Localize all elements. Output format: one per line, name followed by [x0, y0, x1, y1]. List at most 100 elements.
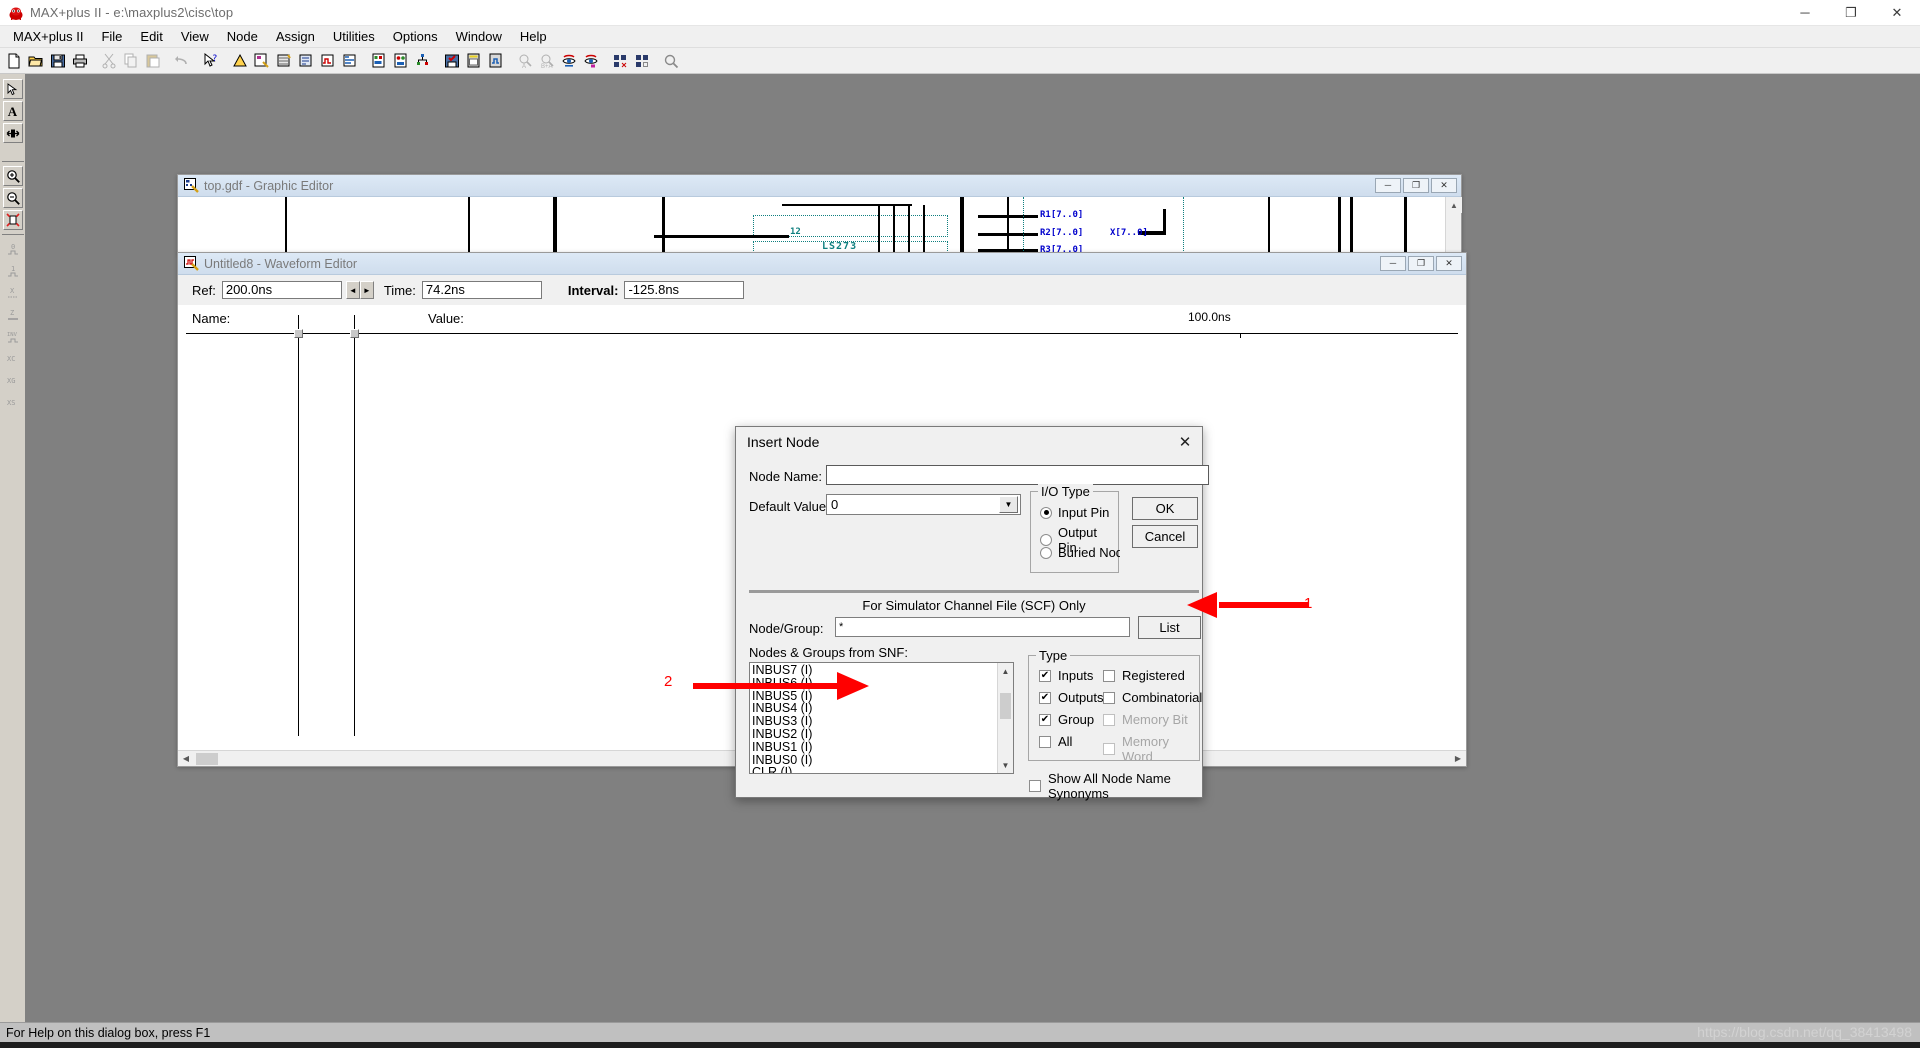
- interval-input[interactable]: -125.8ns: [624, 281, 745, 299]
- list-item[interactable]: CLR (I): [752, 766, 996, 773]
- schematic-label-ls273: LS273: [822, 241, 858, 252]
- menu-view[interactable]: View: [172, 26, 218, 47]
- compiler-icon[interactable]: [369, 50, 389, 71]
- menu-utilities[interactable]: Utilities: [324, 26, 384, 47]
- time-input[interactable]: 74.2ns: [421, 281, 542, 299]
- open-hier-down-icon[interactable]: [610, 50, 630, 71]
- programmer-icon[interactable]: [442, 50, 462, 71]
- name-column-divider[interactable]: [298, 315, 299, 736]
- timing-analyzer-icon[interactable]: [413, 50, 433, 71]
- graphic-editor-window-controls: ─ ❐ ✕: [1375, 178, 1461, 193]
- list-item[interactable]: INBUS6 (I): [752, 676, 996, 690]
- ref-spinner[interactable]: ◄ ►: [345, 281, 374, 299]
- name-column-resize-handle[interactable]: [294, 329, 303, 338]
- schematic-label-r2: R2[7..0]: [1040, 228, 1084, 238]
- radio-buried-node[interactable]: Buried Node: [1040, 545, 1120, 560]
- ok-button[interactable]: OK: [1132, 497, 1198, 520]
- nodes-list[interactable]: INBUS7 (I) INBUS6 (I) INBUS5 (I) INBUS4 …: [749, 662, 1014, 774]
- find-next-icon[interactable]: [559, 50, 579, 71]
- open-hier-up-icon[interactable]: [632, 50, 652, 71]
- checkbox-registered[interactable]: Registered: [1103, 668, 1185, 683]
- menu-options[interactable]: Options: [384, 26, 447, 47]
- ref-input[interactable]: 200.0ns: [221, 281, 342, 299]
- text-tool-icon[interactable]: A: [2, 101, 23, 121]
- menu-window[interactable]: Window: [447, 26, 511, 47]
- find-prev-icon[interactable]: [581, 50, 601, 71]
- value-column-divider[interactable]: [354, 315, 355, 736]
- ge-close-button[interactable]: ✕: [1431, 178, 1457, 193]
- ge-maximize-button[interactable]: ❐: [1403, 178, 1429, 193]
- toolbar-separator: [653, 51, 660, 71]
- list-item[interactable]: INBUS2 (I): [752, 728, 996, 741]
- ge-minimize-button[interactable]: ─: [1375, 178, 1401, 193]
- menu-node[interactable]: Node: [218, 26, 267, 47]
- checkbox-show-synonyms[interactable]: Show All Node Name Synonyms: [1029, 771, 1202, 801]
- maximize-button[interactable]: ❐: [1828, 0, 1874, 26]
- selection-tool-icon[interactable]: [2, 79, 23, 99]
- toolbar-separator: [434, 51, 441, 71]
- text-editor-icon[interactable]: [296, 50, 316, 71]
- hscroll-thumb[interactable]: [196, 752, 218, 765]
- save-file-icon[interactable]: [48, 50, 68, 71]
- wf-minimize-button[interactable]: ─: [1380, 256, 1406, 271]
- zoom-out-icon[interactable]: [2, 188, 23, 208]
- schematic-canvas[interactable]: 12 LS273 D[7..0] Q[7..0] R1[7..0] R2[7..…: [178, 197, 1461, 253]
- nodes-list-scroll-thumb[interactable]: [1000, 693, 1011, 719]
- fit-in-window-icon[interactable]: [2, 210, 23, 230]
- node-tool-icon[interactable]: [2, 123, 23, 143]
- menu-help[interactable]: Help: [511, 26, 556, 47]
- checkbox-group[interactable]: ✔ Group: [1039, 712, 1099, 727]
- list-item[interactable]: INBUS1 (I): [752, 740, 996, 754]
- context-help-icon[interactable]: ?: [201, 50, 221, 71]
- zoom-in-icon[interactable]: [2, 166, 23, 186]
- scroll-down-arrow-icon[interactable]: ▼: [998, 757, 1013, 773]
- scroll-right-arrow-icon[interactable]: ▶: [1450, 750, 1466, 766]
- waveform-editor-icon[interactable]: [318, 50, 338, 71]
- menu-maxplus2[interactable]: MAX+plus II: [4, 26, 92, 47]
- node-group-input[interactable]: *: [835, 617, 1130, 637]
- floorplan-editor-icon[interactable]: [340, 50, 360, 71]
- close-button[interactable]: ✕: [1874, 0, 1920, 26]
- wf-maximize-button[interactable]: ❐: [1408, 256, 1434, 271]
- list-item[interactable]: INBUS7 (I): [752, 664, 996, 677]
- message-processor-icon[interactable]: [464, 50, 484, 71]
- ref-spin-right-icon[interactable]: ►: [359, 281, 374, 299]
- list-button[interactable]: List: [1138, 616, 1201, 639]
- checkbox-inputs[interactable]: ✔ Inputs: [1039, 668, 1093, 683]
- simulator-icon[interactable]: [391, 50, 411, 71]
- graphic-editor-canvas[interactable]: 12 LS273 D[7..0] Q[7..0] R1[7..0] R2[7..…: [178, 197, 1461, 253]
- default-value-combo[interactable]: 0 ▼: [826, 494, 1021, 515]
- checkbox-combinatorial[interactable]: Combinatorial: [1103, 690, 1202, 705]
- hierarchy-display-icon[interactable]: [230, 50, 250, 71]
- nodes-list-scrollbar[interactable]: ▲ ▼: [997, 663, 1013, 773]
- graphic-editor-titlebar[interactable]: top.gdf - Graphic Editor ─ ❐ ✕: [178, 175, 1461, 197]
- radio-input-pin[interactable]: Input Pin: [1040, 505, 1109, 520]
- print-icon[interactable]: [70, 50, 90, 71]
- menu-assign[interactable]: Assign: [267, 26, 324, 47]
- chevron-down-icon[interactable]: ▼: [999, 496, 1018, 513]
- wf-close-button[interactable]: ✕: [1436, 256, 1462, 271]
- graphic-editor-vscrollbar[interactable]: ▲: [1445, 197, 1462, 253]
- dialog-titlebar[interactable]: Insert Node ✕: [736, 427, 1202, 457]
- scroll-up-arrow-icon[interactable]: ▲: [998, 663, 1013, 679]
- waveform-editor-titlebar[interactable]: Untitled8 - Waveform Editor ─ ❐ ✕: [178, 253, 1466, 275]
- type-legend: Type: [1036, 648, 1071, 663]
- annotation-label-2: 2: [664, 673, 673, 690]
- waveform-tool-icon[interactable]: [486, 50, 506, 71]
- menu-file[interactable]: File: [92, 26, 131, 47]
- new-file-icon[interactable]: [4, 50, 24, 71]
- scroll-left-arrow-icon[interactable]: ◀: [178, 750, 194, 766]
- scroll-up-arrow-icon[interactable]: ▲: [1446, 197, 1462, 213]
- graphic-editor-icon[interactable]: [252, 50, 272, 71]
- checkbox-all[interactable]: All: [1039, 734, 1072, 749]
- node-name-input[interactable]: [826, 465, 1209, 485]
- menu-edit[interactable]: Edit: [131, 26, 171, 47]
- checkbox-outputs[interactable]: ✔ Outputs: [1039, 690, 1104, 705]
- ref-spin-left-icon[interactable]: ◄: [345, 281, 360, 299]
- dialog-close-icon[interactable]: ✕: [1168, 428, 1202, 456]
- symbol-editor-icon[interactable]: [274, 50, 294, 71]
- minimize-button[interactable]: ─: [1782, 0, 1828, 26]
- open-file-icon[interactable]: [26, 50, 46, 71]
- value-column-resize-handle[interactable]: [350, 329, 359, 338]
- cancel-button[interactable]: Cancel: [1132, 525, 1198, 548]
